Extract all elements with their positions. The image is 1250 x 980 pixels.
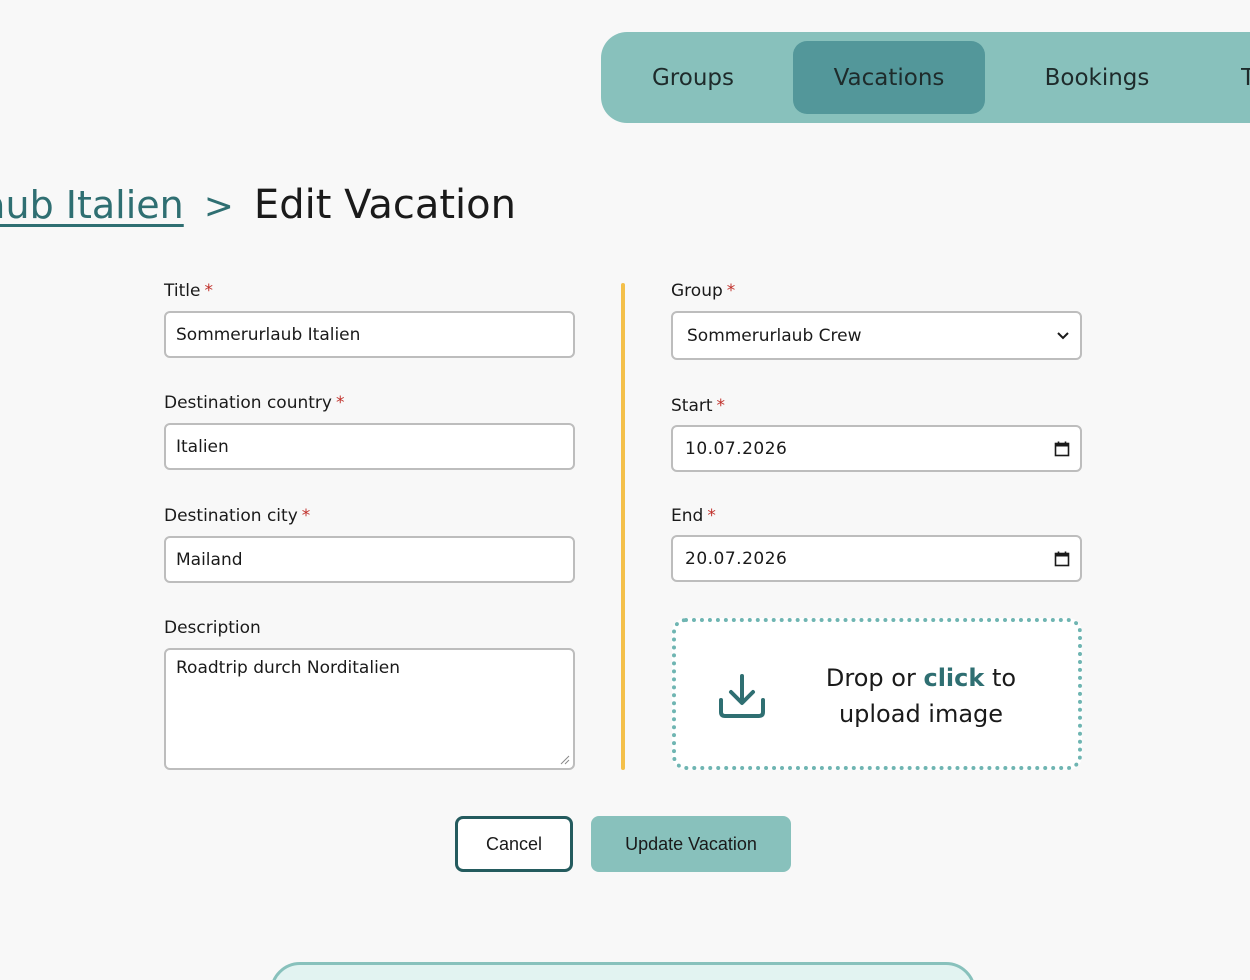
description-label: Description (164, 618, 261, 638)
upload-instructions: Drop or click to upload image (825, 664, 1017, 728)
title-label: Title * (164, 281, 213, 301)
country-label: Destination country * (164, 393, 345, 413)
page-title: Edit Vacation (253, 182, 516, 228)
nav-vacations[interactable]: Vacations (793, 41, 985, 114)
calendar-icon[interactable] (1054, 441, 1070, 457)
breadcrumb-separator: > (203, 186, 234, 227)
city-input[interactable]: Mailand (164, 536, 575, 583)
update-vacation-button[interactable]: Update Vacation (591, 816, 791, 872)
group-select-value: Sommerurlaub Crew (687, 325, 862, 346)
city-label: Destination city * (164, 506, 311, 526)
nav-groups[interactable]: Groups (623, 41, 763, 114)
group-select[interactable]: Sommerurlaub Crew (671, 311, 1082, 360)
chevron-down-icon (1057, 331, 1069, 339)
description-text: Roadtrip durch Norditalien (176, 658, 401, 678)
resize-grip-icon[interactable] (560, 755, 570, 765)
nav-bookings[interactable]: Bookings (1017, 41, 1177, 114)
column-divider (621, 283, 625, 770)
end-date-value: 20.07.2026 (685, 548, 788, 569)
bottom-panel (270, 962, 976, 980)
start-date-input[interactable]: 10.07.2026 (671, 425, 1082, 472)
nav-next-item[interactable]: T (1241, 41, 1250, 114)
image-upload-dropzone[interactable]: Drop or click to upload image (672, 618, 1082, 770)
title-input[interactable]: Sommerurlaub Italien (164, 311, 575, 358)
edit-vacation-page: Groups Vacations Bookings T Sommerurlaub… (0, 0, 1250, 980)
calendar-icon[interactable] (1054, 551, 1070, 567)
description-textarea[interactable]: Roadtrip durch Norditalien (164, 648, 575, 770)
group-label: Group * (671, 281, 736, 301)
breadcrumb-parent-link[interactable]: Sommerurlaub Italien (0, 183, 184, 227)
start-date-value: 10.07.2026 (685, 438, 788, 459)
breadcrumb: Sommerurlaub Italien > Edit Vacation (0, 182, 520, 242)
download-tray-icon (719, 674, 765, 718)
start-label: Start * (671, 396, 726, 416)
upload-click-link[interactable]: click (923, 664, 984, 692)
end-label: End * (671, 506, 716, 526)
top-navigation: Groups Vacations Bookings T (601, 32, 1250, 123)
end-date-input[interactable]: 20.07.2026 (671, 535, 1082, 582)
cancel-button[interactable]: Cancel (455, 816, 573, 872)
country-input[interactable]: Italien (164, 423, 575, 470)
